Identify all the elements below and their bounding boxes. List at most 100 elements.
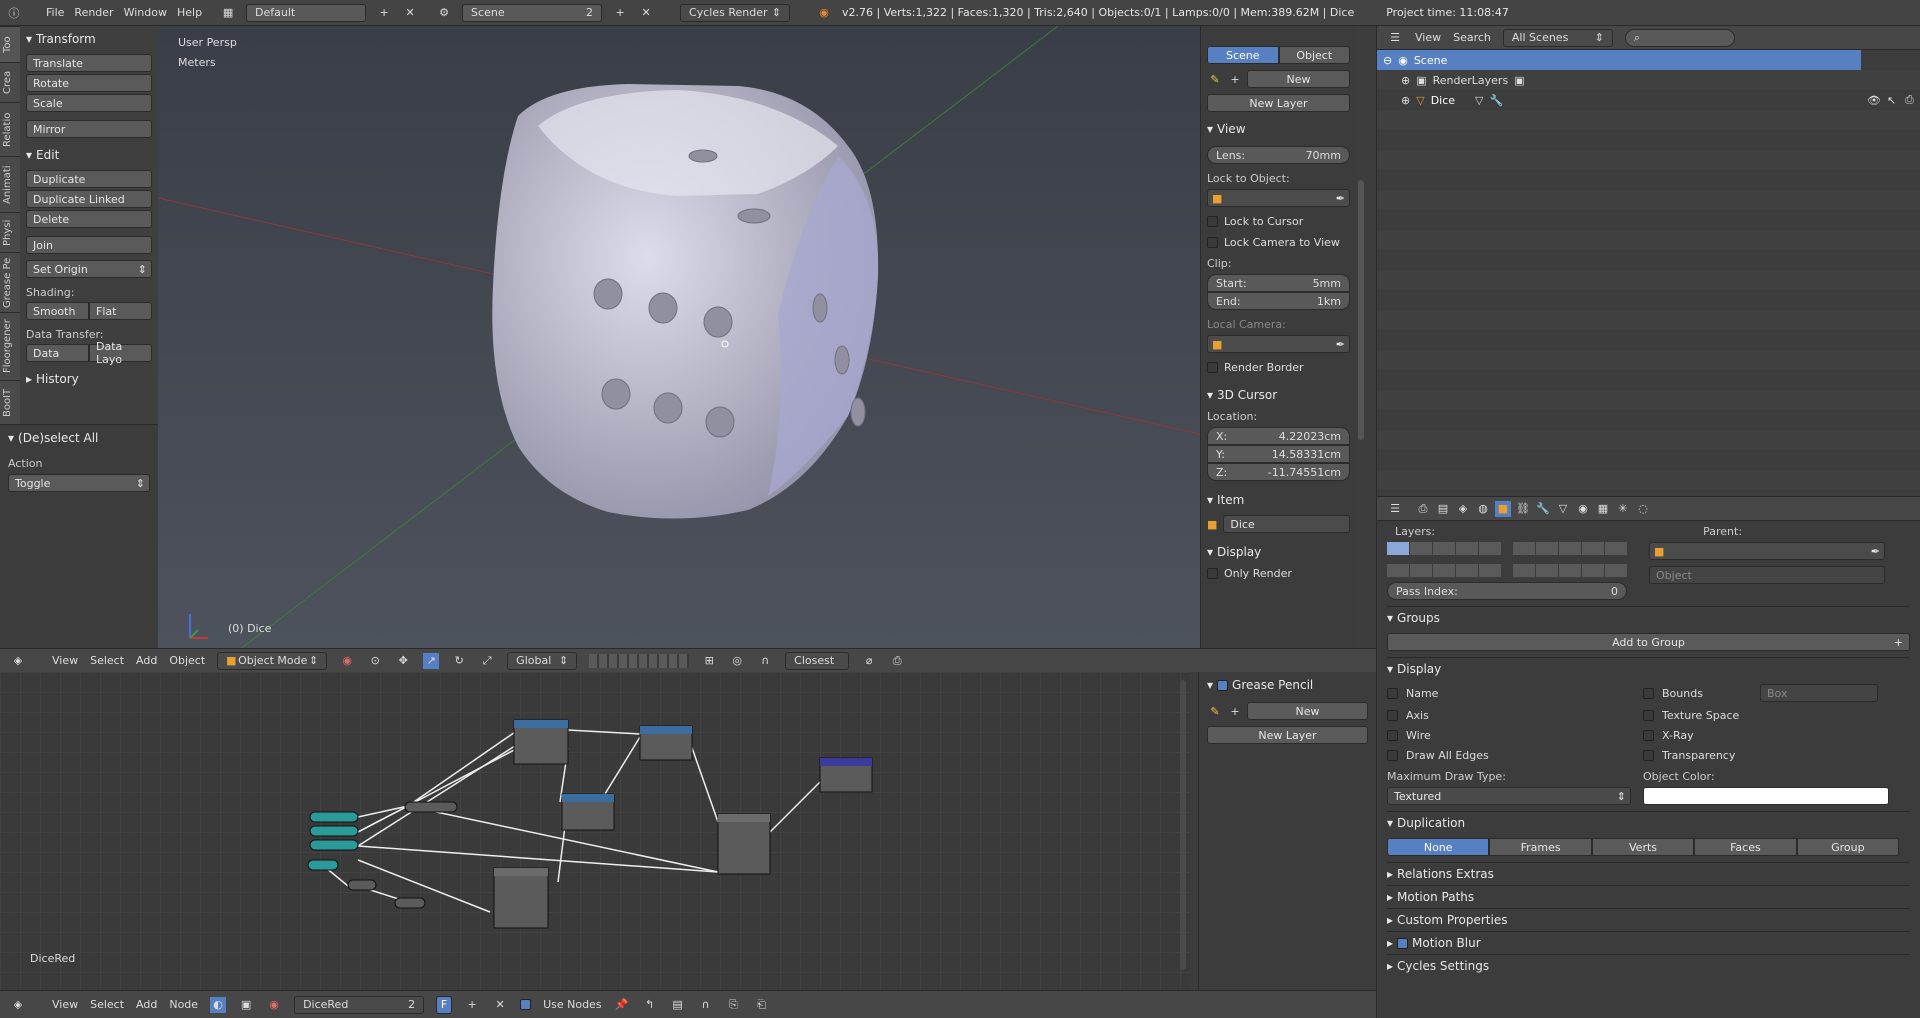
- tab-boolt[interactable]: BooIT: [0, 380, 20, 424]
- grease-pencil-checkbox[interactable]: [1217, 679, 1229, 691]
- new-grease-pencil-button[interactable]: New: [1247, 70, 1350, 88]
- tab-floorgenerator[interactable]: Floorgener: [0, 312, 20, 380]
- duplicate-button[interactable]: Duplicate: [26, 170, 152, 188]
- duplicate-linked-button[interactable]: Duplicate Linked: [26, 190, 152, 208]
- lock-object-field[interactable]: ■ ✒: [1207, 189, 1350, 207]
- node-gp-new-button[interactable]: New: [1247, 702, 1368, 720]
- motion-blur-checkbox[interactable]: [1397, 937, 1409, 949]
- viewport-menu-add[interactable]: Add: [136, 654, 157, 667]
- outliner-row-scene[interactable]: ⊖ ◉ Scene: [1377, 50, 1861, 70]
- node-editor[interactable]: DiceRed: [0, 672, 1190, 990]
- snap-target-selector[interactable]: Closest: [785, 651, 850, 670]
- menu-help[interactable]: Help: [177, 6, 202, 19]
- backdrop-icon[interactable]: ▤: [670, 997, 686, 1013]
- cursor-z-field[interactable]: Z: -11.74551cm: [1207, 463, 1350, 481]
- expand-icon[interactable]: ⊕: [1401, 94, 1410, 107]
- select-arrow-icon[interactable]: ↖: [1887, 94, 1896, 107]
- pass-index-field[interactable]: Pass Index: 0: [1387, 582, 1627, 600]
- cursor-y-field[interactable]: Y: 14.58331cm: [1207, 445, 1350, 463]
- item-name-field[interactable]: Dice: [1223, 515, 1350, 533]
- proportional-edit-icon[interactable]: ◎: [729, 653, 745, 669]
- lock-to-cursor-checkbox[interactable]: [1207, 216, 1218, 227]
- object-color-swatch[interactable]: [1643, 787, 1889, 805]
- lock-camera-checkbox[interactable]: [1207, 237, 1218, 248]
- history-panel-header[interactable]: ▸ History: [26, 370, 152, 388]
- remove-scene-icon[interactable]: ✕: [638, 5, 654, 21]
- editor-type-icon[interactable]: ◈: [10, 653, 26, 669]
- render-layers-tab-icon[interactable]: ▤: [1435, 501, 1451, 517]
- join-button[interactable]: Join: [26, 236, 152, 254]
- remove-material-icon[interactable]: ✕: [492, 997, 508, 1013]
- snap-icon[interactable]: ∩: [698, 997, 714, 1013]
- node-menu-node[interactable]: Node: [169, 998, 198, 1011]
- node-menu-select[interactable]: Select: [90, 998, 124, 1011]
- grease-pencil-object-tab[interactable]: Object: [1278, 46, 1350, 64]
- edit-panel-header[interactable]: ▾ Edit: [26, 146, 152, 164]
- node-vscrollbar[interactable]: [1180, 680, 1186, 970]
- viewport-menu-select[interactable]: Select: [90, 654, 124, 667]
- display-wire-checkbox[interactable]: [1387, 730, 1398, 741]
- dup-verts-button[interactable]: Verts: [1591, 838, 1695, 856]
- world-tab-icon[interactable]: ◍: [1475, 501, 1491, 517]
- physics-tab-icon[interactable]: ◌: [1635, 501, 1651, 517]
- outliner-menu-search[interactable]: Search: [1453, 31, 1491, 44]
- render-camera-icon[interactable]: ⎙: [1905, 93, 1914, 107]
- outliner-search-input[interactable]: ⌕: [1624, 28, 1735, 47]
- material-tab-icon[interactable]: ◉: [1575, 501, 1591, 517]
- copy-nodes-icon[interactable]: ⎘: [726, 997, 742, 1013]
- lock-layers-icon[interactable]: ⊞: [701, 653, 717, 669]
- display-name-checkbox[interactable]: [1387, 687, 1398, 699]
- display-bounds-checkbox[interactable]: [1643, 687, 1654, 699]
- tab-grease-pencil[interactable]: Grease Pe: [0, 252, 20, 312]
- close-icon[interactable]: ✕: [402, 5, 418, 21]
- parent-field[interactable]: ■ ✒: [1649, 542, 1885, 560]
- paste-nodes-icon[interactable]: ⎗: [754, 997, 770, 1013]
- item-panel-header[interactable]: ▾ Item: [1207, 493, 1350, 507]
- delete-button[interactable]: Delete: [26, 210, 152, 228]
- set-origin-button[interactable]: Set Origin ⇕: [26, 260, 152, 278]
- dup-none-button[interactable]: None: [1387, 838, 1490, 856]
- smooth-button[interactable]: Smooth: [26, 302, 89, 320]
- pivot-icon[interactable]: ⊙: [367, 653, 383, 669]
- layer-grid-2[interactable]: [1513, 542, 1627, 584]
- layer-buttons[interactable]: [589, 653, 690, 668]
- deselect-panel-header[interactable]: ▾ (De)select All: [8, 431, 150, 445]
- render-tab-icon[interactable]: ⎙: [1415, 501, 1431, 517]
- material-sphere-icon[interactable]: ◉: [266, 997, 282, 1013]
- action-selector[interactable]: Toggle ⇕: [8, 474, 150, 492]
- node-menu-view[interactable]: View: [52, 998, 78, 1011]
- material-type-icon[interactable]: ▣: [238, 997, 254, 1013]
- groups-panel-header[interactable]: ▾ Groups: [1387, 611, 1910, 625]
- parent-node-icon[interactable]: ↰: [642, 997, 658, 1013]
- layout-selector[interactable]: Default: [246, 3, 367, 22]
- visibility-eye-icon[interactable]: 👁: [1867, 94, 1881, 107]
- display-texture-space-checkbox[interactable]: [1643, 710, 1654, 721]
- outliner-row-dice[interactable]: ⊕ ▽ Dice ▽ 🔧 👁 ↖ ⎙: [1377, 90, 1920, 110]
- clip-end-field[interactable]: End: 1km: [1207, 292, 1350, 310]
- only-render-checkbox[interactable]: [1207, 568, 1218, 579]
- render-engine-selector[interactable]: Cycles Render ⇕: [680, 3, 791, 22]
- node-gp-new-layer-button[interactable]: New Layer: [1207, 726, 1368, 744]
- camera-render-icon[interactable]: ⎙: [889, 653, 905, 669]
- display-xray-checkbox[interactable]: [1643, 730, 1654, 741]
- parent-type-field[interactable]: Object: [1649, 566, 1885, 584]
- max-draw-type-selector[interactable]: Textured ⇕: [1387, 787, 1631, 805]
- add-icon[interactable]: +: [1227, 71, 1243, 87]
- object-tab-icon[interactable]: ■: [1495, 500, 1511, 517]
- lens-field[interactable]: Lens: 70mm: [1207, 146, 1350, 164]
- custom-properties-header[interactable]: ▸ Custom Properties: [1387, 913, 1910, 927]
- viewport-shading-icon[interactable]: ◉: [339, 653, 355, 669]
- layer-grid-1[interactable]: [1387, 542, 1501, 584]
- cycles-settings-header[interactable]: ▸ Cycles Settings: [1387, 959, 1910, 973]
- tab-create[interactable]: Crea: [0, 62, 20, 102]
- manipulator-icon[interactable]: ✥: [395, 653, 411, 669]
- add-icon[interactable]: +: [1227, 703, 1243, 719]
- node-menu-add[interactable]: Add: [136, 998, 157, 1011]
- scene-selector[interactable]: Scene 2: [462, 3, 603, 22]
- tab-tools[interactable]: Too: [0, 26, 20, 62]
- use-nodes-checkbox[interactable]: [520, 999, 532, 1010]
- modifiers-tab-icon[interactable]: 🔧: [1535, 501, 1551, 517]
- dup-faces-button[interactable]: Faces: [1694, 838, 1797, 856]
- orientation-selector[interactable]: Global ⇕: [507, 651, 578, 670]
- clip-start-field[interactable]: Start: 5mm: [1207, 274, 1350, 292]
